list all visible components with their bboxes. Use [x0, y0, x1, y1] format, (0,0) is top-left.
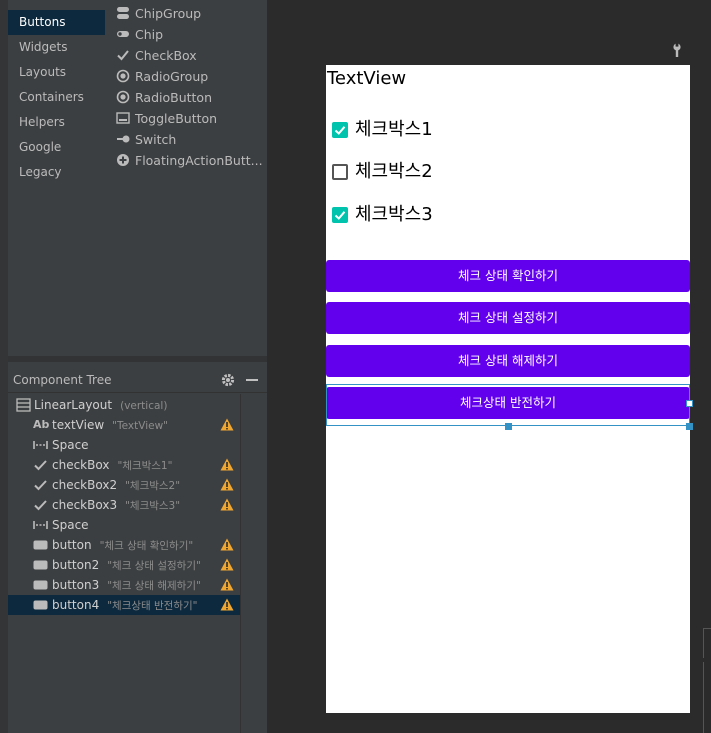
tree-row-button[interactable]: button "체크 상태 확인하기": [8, 535, 240, 555]
right-edge-control[interactable]: [703, 628, 711, 658]
palette-item-radiobutton[interactable]: RadioButton: [116, 87, 212, 108]
component-tree-title: Component Tree: [13, 373, 112, 387]
palette-category-legacy[interactable]: Legacy: [8, 160, 105, 185]
space-icon: [33, 518, 48, 532]
tree-row-checkbox2[interactable]: checkBox2 "체크박스2": [8, 475, 240, 495]
tree-row-button4[interactable]: button4 "체크상태 반전하기": [8, 595, 240, 615]
preview-button-check-status[interactable]: 체크 상태 확인하기: [326, 260, 690, 292]
checkbox-checked-icon[interactable]: [332, 207, 348, 223]
warning-icon[interactable]: [220, 498, 234, 511]
checkmark-icon: [116, 48, 130, 62]
warning-icon[interactable]: [220, 598, 234, 611]
tree-row-linearlayout[interactable]: LinearLayout (vertical): [8, 395, 240, 415]
wrench-icon[interactable]: [671, 42, 683, 57]
palette-item-checkbox[interactable]: CheckBox: [116, 45, 197, 66]
tree-row-button3[interactable]: button3 "체크 상태 해제하기": [8, 575, 240, 595]
resize-handle-corner[interactable]: [686, 423, 693, 430]
palette-category-widgets[interactable]: Widgets: [8, 35, 105, 60]
resize-handle-bottom[interactable]: [505, 423, 512, 430]
tree-divider: [240, 394, 241, 733]
selection-outline: [326, 384, 690, 426]
right-edge-panel: [703, 662, 711, 733]
palette-item-floatingactionbutton[interactable]: FloatingActionButt...: [116, 150, 263, 171]
warning-icon[interactable]: [220, 418, 234, 431]
palette-item-togglebutton[interactable]: ToggleButton: [116, 108, 217, 129]
warning-icon[interactable]: [220, 538, 234, 551]
palette-category-buttons[interactable]: Buttons: [8, 10, 105, 35]
tree-row-space-2[interactable]: Space: [8, 515, 240, 535]
fab-plus-icon: [116, 153, 130, 167]
preview-textview[interactable]: TextView: [327, 68, 406, 89]
checkbox-checked-icon[interactable]: [332, 122, 348, 138]
tree-row-button2[interactable]: button2 "체크 상태 설정하기": [8, 555, 240, 575]
space-icon: [33, 438, 48, 452]
radio-group-icon: [116, 69, 130, 83]
chip-group-icon: [116, 6, 130, 20]
resize-handle-right[interactable]: [686, 400, 693, 407]
palette-item-chipgroup[interactable]: ChipGroup: [116, 3, 201, 24]
button-icon: [33, 558, 48, 572]
component-tree-header: Component Tree: [8, 367, 267, 393]
tree-row-space[interactable]: Space: [8, 435, 240, 455]
toggle-button-icon: [116, 111, 130, 125]
checkmark-icon: [33, 478, 48, 492]
preview-button-clear-status[interactable]: 체크 상태 해제하기: [326, 345, 690, 377]
tree-row-textview[interactable]: Ab textView "TextView": [8, 415, 240, 435]
panel-splitter[interactable]: [8, 356, 267, 362]
checkmark-icon: [33, 458, 48, 472]
gear-icon[interactable]: [220, 372, 236, 388]
warning-icon[interactable]: [220, 558, 234, 571]
side-toolbar-strip: [0, 0, 8, 733]
text-ab-icon: Ab: [33, 418, 50, 431]
checkbox-unchecked-icon[interactable]: [332, 164, 348, 180]
chip-icon: [116, 27, 130, 41]
button-icon: [33, 538, 48, 552]
warning-icon[interactable]: [220, 458, 234, 471]
tree-row-checkbox3[interactable]: checkBox3 "체크박스3": [8, 495, 240, 515]
warning-icon[interactable]: [220, 478, 234, 491]
checkmark-icon: [33, 498, 48, 512]
switch-icon: [116, 132, 130, 146]
minimize-icon[interactable]: [246, 379, 258, 381]
palette-item-radiogroup[interactable]: RadioGroup: [116, 66, 208, 87]
palette-category-containers[interactable]: Containers: [8, 85, 105, 110]
palette-item-switch[interactable]: Switch: [116, 129, 176, 150]
radio-button-icon: [116, 90, 130, 104]
preview-button-set-status[interactable]: 체크 상태 설정하기: [326, 302, 690, 334]
palette-category-google[interactable]: Google: [8, 135, 105, 160]
tree-row-checkbox[interactable]: checkBox "체크박스1": [8, 455, 240, 475]
warning-icon[interactable]: [220, 578, 234, 591]
linear-layout-icon: [16, 398, 31, 412]
palette-item-chip[interactable]: Chip: [116, 24, 163, 45]
button-icon: [33, 578, 48, 592]
button-icon: [33, 598, 48, 612]
palette-category-layouts[interactable]: Layouts: [8, 60, 105, 85]
palette-category-helpers[interactable]: Helpers: [8, 110, 105, 135]
